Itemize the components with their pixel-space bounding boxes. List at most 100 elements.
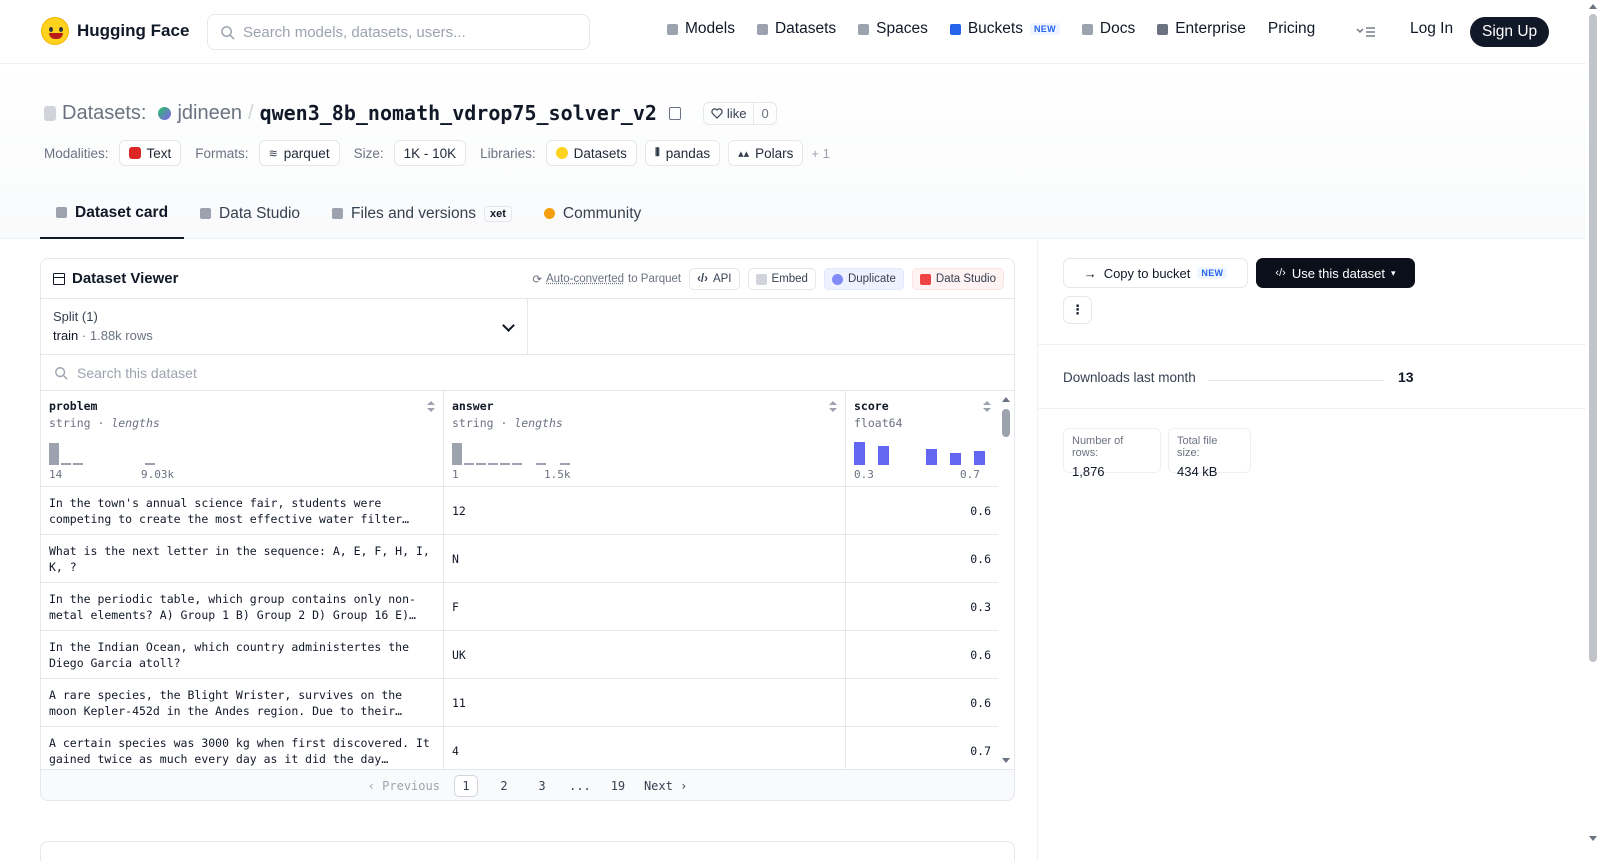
column-header-answer[interactable]: answer string · lengths 1 1.5k bbox=[444, 391, 846, 487]
histogram-bar[interactable] bbox=[61, 463, 71, 465]
column-header-problem[interactable]: problem string · lengths 14 9.03k bbox=[41, 391, 444, 487]
scroll-up-icon[interactable] bbox=[1589, 4, 1597, 9]
histogram-bar[interactable] bbox=[488, 463, 498, 465]
nav-link-docs[interactable]: Docs bbox=[1081, 20, 1135, 38]
repo-name[interactable]: qwen3_8b_nomath_vdrop75_solver_v2 bbox=[260, 101, 657, 125]
copy-icon[interactable] bbox=[668, 106, 681, 120]
page-number[interactable]: 3 bbox=[530, 775, 554, 797]
page-number[interactable]: 19 bbox=[606, 775, 630, 797]
histogram-bar[interactable] bbox=[73, 463, 83, 465]
embed-button[interactable]: Embed bbox=[747, 268, 816, 290]
nav-link-models[interactable]: Models bbox=[667, 20, 735, 38]
next-page-button[interactable]: Next › bbox=[644, 779, 687, 793]
histogram-bar[interactable] bbox=[854, 442, 865, 465]
histogram-bar[interactable] bbox=[512, 463, 522, 465]
cell-problem[interactable]: In the Indian Ocean, which country admin… bbox=[41, 631, 444, 678]
login-link[interactable]: Log In bbox=[1410, 20, 1453, 38]
table-row[interactable]: What is the next letter in the sequence:… bbox=[41, 535, 1014, 583]
histogram-bar[interactable] bbox=[536, 463, 546, 465]
histogram-bar[interactable] bbox=[950, 453, 961, 465]
cell-answer[interactable]: F bbox=[444, 583, 846, 630]
cell-problem[interactable]: A rare species, the Blight Wrister, surv… bbox=[41, 679, 444, 726]
scroll-thumb[interactable] bbox=[1589, 14, 1597, 662]
cell-answer[interactable]: 4 bbox=[444, 727, 846, 769]
histogram-bar[interactable] bbox=[560, 463, 570, 465]
sort-icon[interactable] bbox=[427, 401, 435, 412]
cell-score[interactable]: 0.6 bbox=[846, 679, 999, 726]
use-this-dataset-button[interactable]: ‹/› Use this dataset ▾ bbox=[1256, 258, 1415, 288]
nav-link-datasets[interactable]: Datasets bbox=[756, 20, 836, 38]
cell-problem[interactable]: In the town's annual science fair, stude… bbox=[41, 487, 444, 534]
cell-score[interactable]: 0.3 bbox=[846, 583, 999, 630]
dataset-search-input[interactable] bbox=[77, 364, 477, 381]
table-row[interactable]: In the town's annual science fair, stude… bbox=[41, 487, 1014, 535]
modality-tag-text[interactable]: Text bbox=[118, 140, 182, 166]
repo-type-prefix[interactable]: Datasets: bbox=[62, 102, 146, 125]
cell-problem[interactable]: A certain species was 3000 kg when first… bbox=[41, 727, 444, 769]
cell-score[interactable]: 0.6 bbox=[846, 535, 999, 582]
size-tag[interactable]: 1K - 10K bbox=[393, 140, 467, 166]
cell-answer[interactable]: 11 bbox=[444, 679, 846, 726]
sort-icon[interactable] bbox=[829, 401, 837, 412]
tab-data-studio[interactable]: Data Studio bbox=[184, 188, 316, 239]
nav-link-spaces[interactable]: Spaces bbox=[858, 20, 928, 38]
signup-button[interactable]: Sign Up bbox=[1470, 17, 1550, 47]
copy-to-bucket-button[interactable]: → Copy to bucket NEW bbox=[1063, 258, 1248, 288]
like-count[interactable]: 0 bbox=[753, 102, 775, 124]
histogram-bar[interactable] bbox=[145, 463, 155, 465]
histogram-bar[interactable] bbox=[49, 443, 59, 465]
library-tag-datasets[interactable]: Datasets bbox=[545, 140, 637, 166]
table-row[interactable]: In the Indian Ocean, which country admin… bbox=[41, 631, 1014, 679]
cell-answer[interactable]: UK bbox=[444, 631, 846, 678]
cell-answer[interactable]: N bbox=[444, 535, 846, 582]
more-menu-icon[interactable] bbox=[1356, 25, 1376, 42]
page-scrollbar[interactable] bbox=[1586, 0, 1600, 861]
data-studio-button[interactable]: Data Studio bbox=[911, 268, 1004, 290]
api-button[interactable]: ‹/› API bbox=[689, 268, 740, 290]
histogram-bar[interactable] bbox=[452, 443, 462, 465]
like-button[interactable]: like 0 bbox=[702, 101, 777, 125]
scroll-up-icon[interactable] bbox=[1002, 397, 1010, 402]
cell-answer[interactable]: 12 bbox=[444, 487, 846, 534]
column-header-score[interactable]: score float64 0.3 0.7 bbox=[846, 391, 999, 487]
nav-link-enterprise[interactable]: Enterprise bbox=[1157, 20, 1246, 38]
histogram-bar[interactable] bbox=[476, 463, 486, 465]
more-libraries-link[interactable]: + 1 bbox=[811, 146, 829, 161]
table-row[interactable]: A certain species was 3000 kg when first… bbox=[41, 727, 1014, 769]
tab-dataset-card[interactable]: Dataset card bbox=[40, 188, 185, 239]
split-selector[interactable]: Split (1) train · 1.88k rows bbox=[41, 299, 528, 354]
library-tag-polars[interactable]: ▴▴ Polars bbox=[728, 140, 804, 166]
more-options-button[interactable]: ⋮ bbox=[1063, 296, 1092, 324]
table-row[interactable]: In the periodic table, which group conta… bbox=[41, 583, 1014, 631]
histogram-bar[interactable] bbox=[878, 446, 889, 465]
global-search[interactable] bbox=[207, 14, 590, 50]
table-scrollbar[interactable] bbox=[998, 391, 1014, 769]
histogram-bar[interactable] bbox=[926, 449, 937, 465]
scroll-down-icon[interactable] bbox=[1589, 836, 1597, 841]
page-number[interactable]: 2 bbox=[492, 775, 516, 797]
auto-converted-link[interactable]: Auto-converted bbox=[546, 273, 624, 285]
brand-logo[interactable]: Hugging Face bbox=[41, 17, 189, 45]
tab-files-and-versions[interactable]: Files and versions xet bbox=[316, 188, 528, 239]
scroll-thumb[interactable] bbox=[1002, 409, 1010, 437]
duplicate-button[interactable]: Duplicate bbox=[823, 268, 904, 290]
dataset-search[interactable] bbox=[41, 355, 1014, 391]
histogram-bar[interactable] bbox=[500, 463, 510, 465]
cell-problem[interactable]: What is the next letter in the sequence:… bbox=[41, 535, 444, 582]
format-tag-parquet[interactable]: ≋ parquet bbox=[258, 140, 340, 166]
page-number[interactable]: 1 bbox=[453, 775, 478, 797]
cell-score[interactable]: 0.6 bbox=[846, 631, 999, 678]
histogram-bar[interactable] bbox=[464, 463, 474, 465]
repo-owner-link[interactable]: jdineen bbox=[177, 102, 242, 125]
nav-link-pricing[interactable]: Pricing bbox=[1268, 20, 1315, 38]
sort-icon[interactable] bbox=[983, 401, 991, 412]
cell-score[interactable]: 0.7 bbox=[846, 727, 999, 769]
previous-page-button[interactable]: ‹ Previous bbox=[368, 779, 440, 793]
table-row[interactable]: A rare species, the Blight Wrister, surv… bbox=[41, 679, 1014, 727]
nav-link-buckets[interactable]: Buckets NEW bbox=[949, 20, 1060, 38]
scroll-down-icon[interactable] bbox=[1002, 758, 1010, 763]
histogram-bar[interactable] bbox=[974, 451, 985, 465]
tab-community[interactable]: Community bbox=[528, 188, 657, 239]
library-tag-pandas[interactable]: ⦀ pandas bbox=[644, 140, 721, 166]
cell-score[interactable]: 0.6 bbox=[846, 487, 999, 534]
